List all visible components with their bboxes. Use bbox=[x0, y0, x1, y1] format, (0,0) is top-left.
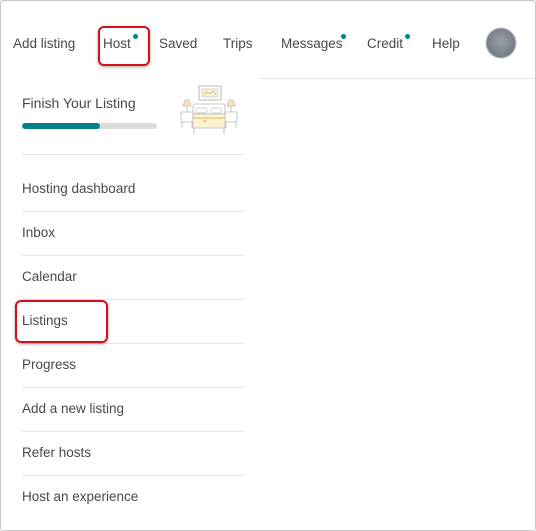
menu-divider bbox=[22, 431, 244, 432]
nav-saved[interactable]: Saved bbox=[159, 36, 197, 52]
menu-calendar[interactable]: Calendar bbox=[22, 269, 77, 284]
menu-add-new-listing[interactable]: Add a new listing bbox=[22, 401, 124, 416]
user-avatar[interactable] bbox=[486, 28, 516, 58]
nav-divider bbox=[259, 78, 535, 79]
menu-divider bbox=[22, 154, 244, 155]
nav-trips[interactable]: Trips bbox=[223, 36, 253, 52]
nav-help[interactable]: Help bbox=[432, 36, 460, 52]
menu-inbox[interactable]: Inbox bbox=[22, 225, 55, 240]
nav-add-listing[interactable]: Add listing bbox=[13, 36, 75, 52]
menu-divider bbox=[22, 211, 244, 212]
menu-refer-hosts[interactable]: Refer hosts bbox=[22, 445, 91, 460]
nav-host[interactable]: Host bbox=[103, 36, 131, 52]
bedroom-illustration bbox=[180, 85, 238, 134]
finish-listing-title[interactable]: Finish Your Listing bbox=[22, 95, 136, 111]
menu-hosting-dashboard[interactable]: Hosting dashboard bbox=[22, 181, 135, 196]
nav-messages[interactable]: Messages bbox=[281, 36, 343, 52]
menu-divider bbox=[22, 255, 244, 256]
menu-progress[interactable]: Progress bbox=[22, 357, 76, 372]
listing-progress-fill bbox=[22, 123, 101, 129]
menu-host-an-experience[interactable]: Host an experience bbox=[22, 489, 138, 504]
listing-progress-bar bbox=[22, 123, 157, 129]
credit-notification-dot-icon bbox=[405, 34, 410, 39]
menu-divider bbox=[22, 475, 244, 476]
menu-divider bbox=[22, 299, 244, 300]
menu-divider bbox=[22, 343, 244, 344]
menu-divider bbox=[22, 387, 244, 388]
messages-notification-dot-icon bbox=[341, 34, 346, 39]
menu-listings[interactable]: Listings bbox=[22, 313, 68, 328]
nav-credit[interactable]: Credit bbox=[367, 36, 403, 52]
host-notification-dot-icon bbox=[133, 34, 138, 39]
